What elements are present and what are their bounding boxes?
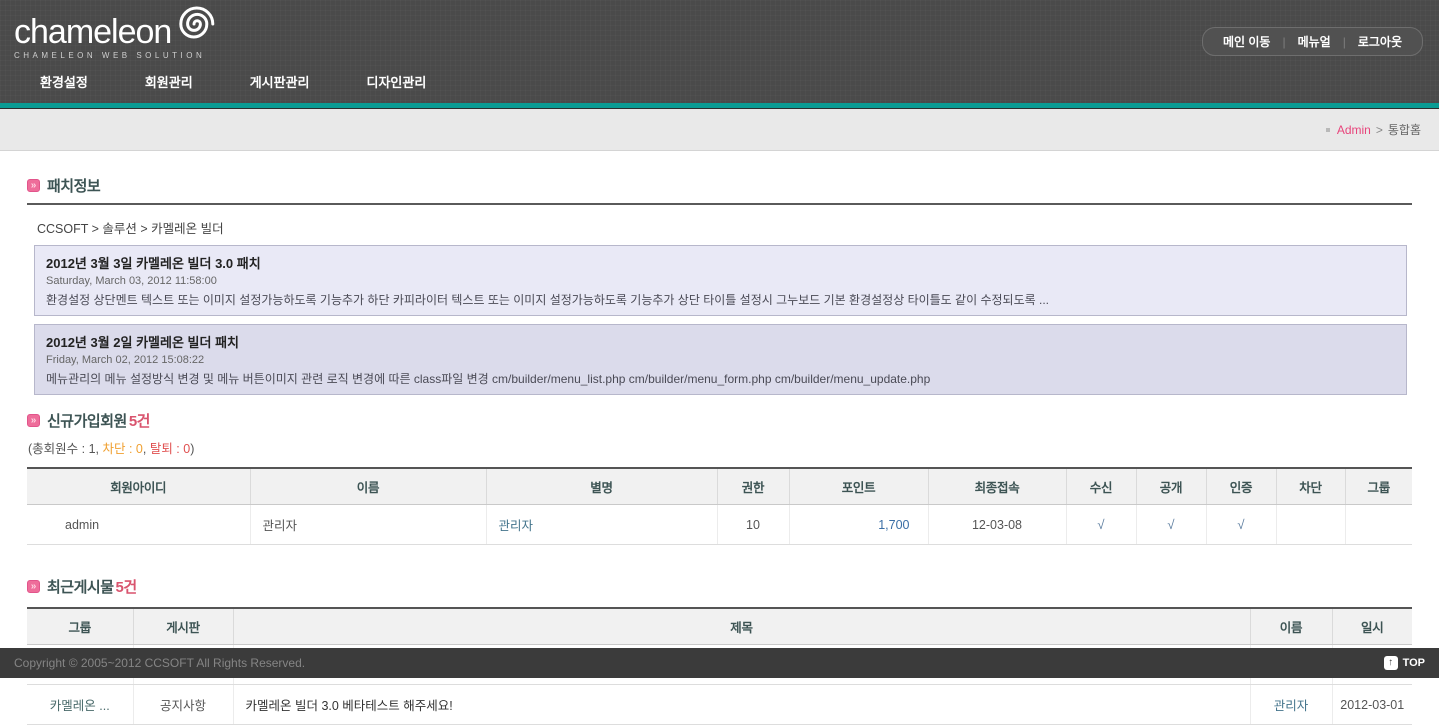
column-header-nickname: 별명 <box>486 468 717 505</box>
nav-item-boards[interactable]: 게시판관리 <box>250 66 310 97</box>
column-header-blocked: 차단 <box>1276 468 1345 505</box>
column-header-group: 그룹 <box>27 608 133 645</box>
patch-entry: 2012년 3월 2일 카멜레온 빌더 패치 Friday, March 02,… <box>34 324 1407 395</box>
member-blocked-cell <box>1276 505 1345 545</box>
members-count: 5건 <box>129 413 150 430</box>
summary-blocked: 차단 : 0 <box>102 442 142 456</box>
member-group-cell <box>1345 505 1412 545</box>
patch-date: Saturday, March 03, 2012 11:58:00 <box>46 275 1395 287</box>
column-header-points: 포인트 <box>789 468 928 505</box>
patch-entry: 2012년 3월 3일 카멜레온 빌더 3.0 패치 Saturday, Mar… <box>34 245 1407 316</box>
top-arrow-icon: ↑ <box>1384 656 1398 670</box>
summary-total: (총회원수 : 1, <box>28 442 102 456</box>
post-date-cell: 2012-03-01 <box>1332 685 1412 725</box>
patch-section-title: 패치정보 <box>47 175 100 196</box>
patch-date: Friday, March 02, 2012 15:08:22 <box>46 354 1395 366</box>
patch-title[interactable]: 2012년 3월 3일 카멜레온 빌더 3.0 패치 <box>46 253 1395 272</box>
member-receive-check: √ <box>1066 505 1136 545</box>
top-label: TOP <box>1403 657 1425 669</box>
logo-spiral-icon <box>169 0 219 53</box>
member-public-check: √ <box>1136 505 1206 545</box>
section-rule <box>27 203 1412 205</box>
copyright-text: Copyright © 2005~2012 CCSOFT All Rights … <box>14 656 305 670</box>
posts-section-title: 최근게시물5건 <box>47 576 137 597</box>
quick-link-manual[interactable]: 메뉴얼 <box>1298 33 1331 50</box>
main-nav: 환경설정 회원관리 게시판관리 디자인관리 <box>0 66 426 97</box>
quick-link-separator: | <box>1343 35 1346 49</box>
members-summary: (총회원수 : 1, 차단 : 0, 탈퇴 : 0) <box>28 438 1412 457</box>
patch-path: CCSOFT > 솔루션 > 카멜레온 빌더 <box>37 218 1412 237</box>
quick-link-logout[interactable]: 로그아웃 <box>1358 33 1402 50</box>
posts-section-header: » 최근게시물5건 <box>27 576 1412 597</box>
breadcrumb-current: 통합홈 <box>1388 121 1421 138</box>
column-header-last-login: 최종접속 <box>928 468 1066 505</box>
patch-description: 환경설정 상단멘트 텍스트 또는 이미지 설정가능하도록 기능추가 하단 카피라… <box>46 291 1395 308</box>
post-board-cell[interactable]: 공지사항 <box>133 685 233 725</box>
member-row: admin 관리자 관리자 10 1,700 12-03-08 √ √ √ <box>27 505 1412 545</box>
quick-links-pill: 메인 이동 | 메뉴얼 | 로그아웃 <box>1202 27 1423 56</box>
nav-item-members[interactable]: 회원관리 <box>145 66 193 97</box>
breadcrumb-separator: > <box>1376 123 1383 137</box>
post-group-cell[interactable]: 카멜레온 ... <box>27 685 133 725</box>
column-header-public: 공개 <box>1136 468 1206 505</box>
breadcrumb-admin-link[interactable]: Admin <box>1337 123 1371 137</box>
member-level-cell: 10 <box>717 505 789 545</box>
column-header-group: 그룹 <box>1345 468 1412 505</box>
quick-link-separator: | <box>1282 35 1285 49</box>
logo-text: chameleon <box>14 13 171 52</box>
breadcrumb-bullet-icon <box>1326 128 1330 132</box>
patch-section-header: » 패치정보 <box>27 175 1412 196</box>
chameleon-logo[interactable]: chameleon CHAMELEON WEB SOLUTION <box>14 12 219 60</box>
members-table: 회원아이디 이름 별명 권한 포인트 최종접속 수신 공개 인증 차단 그룹 a… <box>27 467 1412 545</box>
column-header-title: 제목 <box>233 608 1250 645</box>
member-id-cell[interactable]: admin <box>27 505 250 545</box>
nav-item-settings[interactable]: 환경설정 <box>40 66 88 97</box>
header: chameleon CHAMELEON WEB SOLUTION 메인 이동 |… <box>0 0 1439 103</box>
post-row: 카멜레온 ... 공지사항 카멜레온 빌더 3.0 베타테스트 해주세요! 관리… <box>27 685 1412 725</box>
section-arrow-icon: » <box>27 414 40 427</box>
posts-header-row: 그룹 게시판 제목 이름 일시 <box>27 608 1412 645</box>
members-header-row: 회원아이디 이름 별명 권한 포인트 최종접속 수신 공개 인증 차단 그룹 <box>27 468 1412 505</box>
summary-quit: 탈퇴 : 0 <box>150 442 190 456</box>
member-certified-check: √ <box>1206 505 1276 545</box>
column-header-certified: 인증 <box>1206 468 1276 505</box>
logo-subtext: CHAMELEON WEB SOLUTION <box>14 51 219 60</box>
member-nickname-cell[interactable]: 관리자 <box>486 505 717 545</box>
column-header-level: 권한 <box>717 468 789 505</box>
nav-item-design[interactable]: 디자인관리 <box>367 66 427 97</box>
post-author-cell[interactable]: 관리자 <box>1250 685 1332 725</box>
post-title-cell[interactable]: 카멜레온 빌더 3.0 베타테스트 해주세요! <box>233 685 1250 725</box>
column-header-receive: 수신 <box>1066 468 1136 505</box>
column-header-id: 회원아이디 <box>27 468 250 505</box>
patch-title[interactable]: 2012년 3월 2일 카멜레온 빌더 패치 <box>46 332 1395 351</box>
column-header-board: 게시판 <box>133 608 233 645</box>
column-header-date: 일시 <box>1332 608 1412 645</box>
top-button[interactable]: ↑ TOP <box>1384 656 1425 670</box>
section-arrow-icon: » <box>27 179 40 192</box>
column-header-name: 이름 <box>1250 608 1332 645</box>
members-section-title: 신규가입회원5건 <box>47 410 150 431</box>
member-last-login-cell: 12-03-08 <box>928 505 1066 545</box>
member-name-cell: 관리자 <box>250 505 486 545</box>
posts-count: 5건 <box>116 579 137 596</box>
footer: Copyright © 2005~2012 CCSOFT All Rights … <box>0 648 1439 678</box>
member-points-cell[interactable]: 1,700 <box>789 505 928 545</box>
main-content: » 패치정보 CCSOFT > 솔루션 > 카멜레온 빌더 2012년 3월 3… <box>0 175 1439 725</box>
patch-description: 메뉴관리의 메뉴 설정방식 변경 및 메뉴 버튼이미지 관련 로직 변경에 따른… <box>46 370 1395 387</box>
breadcrumb-bar: Admin > 통합홈 <box>0 109 1439 151</box>
members-section-header: » 신규가입회원5건 <box>27 410 1412 431</box>
quick-link-main[interactable]: 메인 이동 <box>1223 33 1271 50</box>
column-header-name: 이름 <box>250 468 486 505</box>
section-arrow-icon: » <box>27 580 40 593</box>
